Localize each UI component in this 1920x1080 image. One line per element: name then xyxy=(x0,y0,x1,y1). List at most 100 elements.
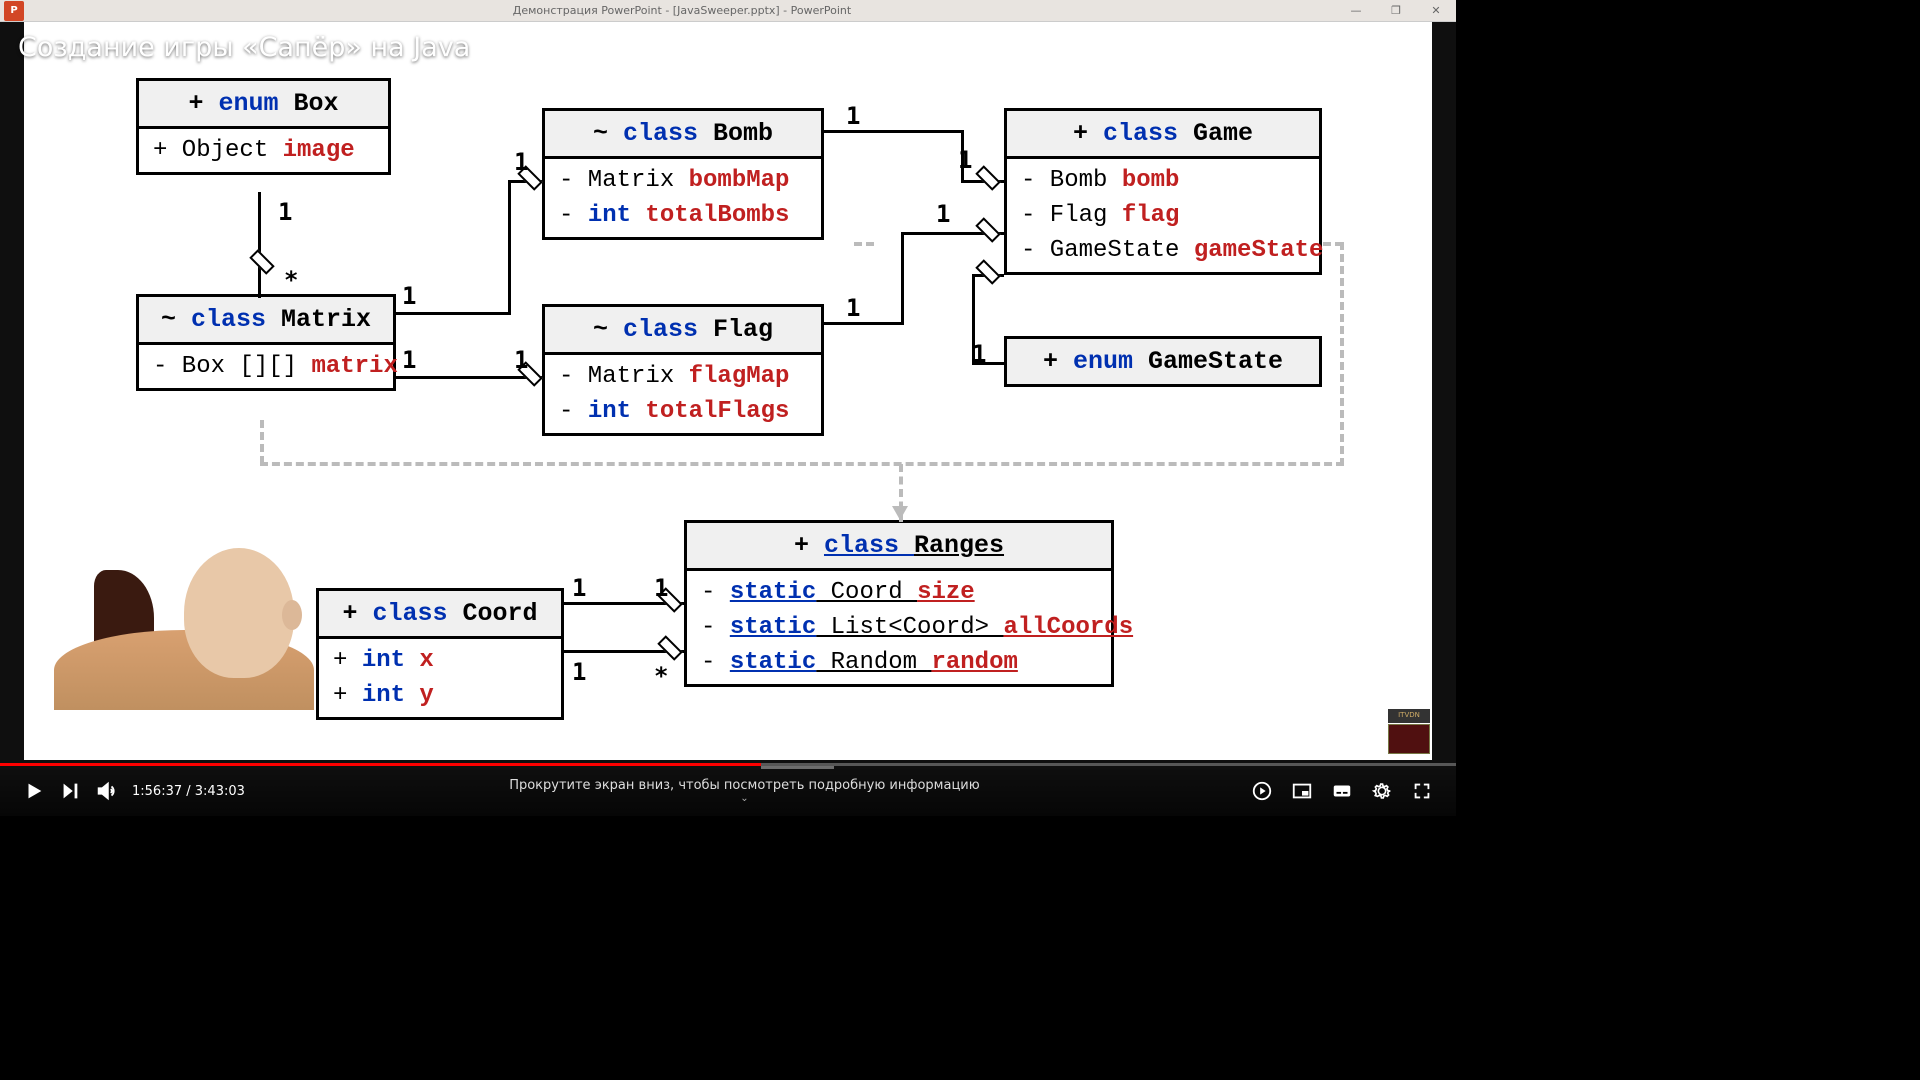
keyword: enum xyxy=(1073,347,1148,376)
player-controls: 1:56:37 / 3:43:03 Прокрутите экран вниз,… xyxy=(0,766,1456,816)
connector-line xyxy=(258,192,261,298)
scroll-hint-text: Прокрутите экран вниз, чтобы посмотреть … xyxy=(245,778,1244,804)
powerpoint-titlebar: P Демонстрация PowerPoint - [JavaSweeper… xyxy=(0,0,1456,22)
window-title: Демонстрация PowerPoint - [JavaSweeper.p… xyxy=(28,4,1336,17)
scroll-hint-label: Прокрутите экран вниз, чтобы посмотреть … xyxy=(509,778,980,793)
member-type: - Matrix xyxy=(559,167,689,194)
keyword: class xyxy=(191,305,281,334)
connector-line xyxy=(824,130,964,133)
multiplicity: 1 xyxy=(514,148,528,176)
video-title: Создание игры «Сапёр» на Java xyxy=(18,32,470,63)
powerpoint-icon: P xyxy=(4,1,24,21)
share-icon[interactable] xyxy=(1396,42,1426,70)
connector-line xyxy=(901,232,904,325)
keyword: class xyxy=(824,531,914,560)
visibility: + xyxy=(1043,347,1073,376)
member-type: + Object xyxy=(153,137,283,164)
uml-class-matrix: ~ class Matrix - Box [][] matrix xyxy=(136,294,396,391)
class-name: Ranges xyxy=(914,531,1004,560)
presenter-head xyxy=(184,548,294,678)
member-vis: - xyxy=(701,649,730,676)
member-name: totalFlags xyxy=(645,398,789,425)
member-name: size xyxy=(917,579,975,606)
play-button[interactable] xyxy=(16,773,52,809)
dependency-line xyxy=(260,420,264,464)
connector-line xyxy=(396,312,511,315)
member-name: totalBombs xyxy=(645,202,789,229)
class-name: Bomb xyxy=(713,119,773,148)
member-name: bombMap xyxy=(689,167,790,194)
member-type: int xyxy=(362,682,420,709)
member-type: - Matrix xyxy=(559,363,689,390)
slide-content: + enum Box + Object image ~ class Bomb -… xyxy=(24,22,1432,760)
multiplicity: 1 xyxy=(846,294,860,322)
watch-later-icon[interactable] xyxy=(1342,44,1364,66)
multiplicity: 1 xyxy=(278,198,292,226)
member-name: flag xyxy=(1122,202,1180,229)
channel-watermark[interactable]: ITVDN xyxy=(1388,709,1430,723)
uml-class-box: + enum Box + Object image xyxy=(136,78,391,175)
presenter-webcam xyxy=(54,530,314,710)
presenter-ear xyxy=(282,600,302,630)
multiplicity: * xyxy=(654,662,668,690)
subscribe-watermark[interactable] xyxy=(1388,724,1430,754)
settings-button[interactable] xyxy=(1364,773,1400,809)
multiplicity: 1 xyxy=(402,282,416,310)
member-vis: - xyxy=(701,614,730,641)
aggregation-diamond-icon xyxy=(249,249,274,274)
visibility: + xyxy=(188,89,218,118)
dependency-arrow-icon xyxy=(892,506,908,520)
member-type: int xyxy=(588,202,646,229)
static-kw: static xyxy=(730,614,816,641)
video-viewport[interactable]: Создание игры «Сапёр» на Java + enum Box… xyxy=(0,22,1456,816)
aggregation-diamond-icon xyxy=(975,259,1000,284)
multiplicity: 1 xyxy=(936,200,950,228)
close-button[interactable]: ✕ xyxy=(1416,4,1456,17)
member-name: gameState xyxy=(1194,237,1324,264)
volume-button[interactable] xyxy=(88,773,124,809)
multiplicity: 1 xyxy=(846,102,860,130)
minimize-button[interactable]: — xyxy=(1336,4,1376,17)
multiplicity: 1 xyxy=(972,340,986,368)
member-vis: + xyxy=(333,682,362,709)
uml-class-game: + class Game - Bomb bomb - Flag flag - G… xyxy=(1004,108,1322,275)
member-vis: - xyxy=(559,398,588,425)
multiplicity: * xyxy=(284,266,298,294)
keyword: class xyxy=(623,119,713,148)
miniplayer-button[interactable] xyxy=(1284,773,1320,809)
connector-line xyxy=(396,376,542,379)
subtitles-button[interactable] xyxy=(1324,773,1360,809)
uml-class-ranges: + class Ranges - static Coord size - sta… xyxy=(684,520,1114,687)
member-name: random xyxy=(931,649,1017,676)
member-type: List<Coord> xyxy=(816,614,1003,641)
member-name: flagMap xyxy=(689,363,790,390)
dependency-line xyxy=(854,242,874,246)
member-type: int xyxy=(588,398,646,425)
uml-class-flag: ~ class Flag - Matrix flagMap - int tota… xyxy=(542,304,824,436)
member-name: allCoords xyxy=(1003,614,1133,641)
next-button[interactable] xyxy=(52,773,88,809)
dependency-line xyxy=(260,462,1344,466)
keyword: class xyxy=(623,315,713,344)
maximize-button[interactable]: ❐ xyxy=(1376,4,1416,17)
time-current: 1:56:37 xyxy=(132,784,182,799)
multiplicity: 1 xyxy=(402,346,416,374)
member-type: - Flag xyxy=(1021,202,1122,229)
member-name: x xyxy=(419,647,433,674)
member-type: Coord xyxy=(816,579,917,606)
keyword: class xyxy=(1103,119,1193,148)
connector-line xyxy=(508,180,511,315)
dependency-line xyxy=(1323,242,1343,246)
multiplicity: 1 xyxy=(654,574,668,602)
multiplicity: 1 xyxy=(572,658,586,686)
member-name: y xyxy=(419,682,433,709)
uml-enum-gamestate: + enum GameState xyxy=(1004,336,1322,387)
autoplay-toggle[interactable] xyxy=(1244,773,1280,809)
static-kw: static xyxy=(730,649,816,676)
fullscreen-button[interactable] xyxy=(1404,773,1440,809)
member-vis: + xyxy=(333,647,362,674)
multiplicity: 1 xyxy=(572,574,586,602)
member-name: image xyxy=(283,137,355,164)
class-name: Box xyxy=(294,89,339,118)
member-type: - GameState xyxy=(1021,237,1194,264)
